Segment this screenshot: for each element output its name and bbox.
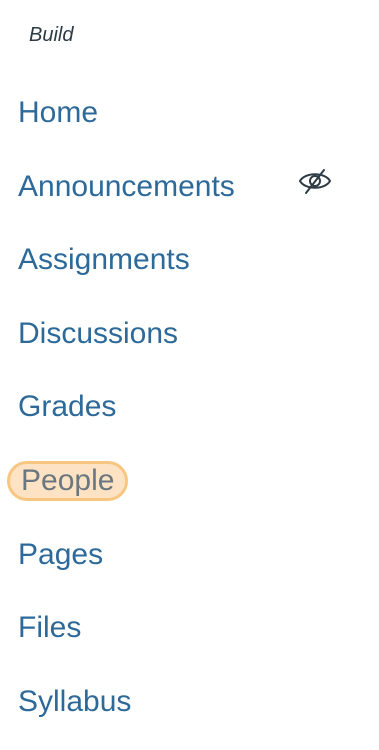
nav-item-assignments[interactable]: Assignments [18,236,190,284]
nav-item-people[interactable]: People [7,461,129,501]
nav-item-pages[interactable]: Pages [18,531,103,579]
course-nav-header: Build [29,24,74,46]
nav-item-discussions[interactable]: Discussions [18,310,178,358]
eye-slash-icon[interactable] [298,166,332,196]
nav-item-grades[interactable]: Grades [18,383,116,431]
nav-item-home[interactable]: Home [18,89,98,137]
nav-item-syllabus[interactable]: Syllabus [18,678,131,726]
nav-item-announcements[interactable]: Announcements [18,163,235,211]
nav-item-files[interactable]: Files [18,604,81,652]
